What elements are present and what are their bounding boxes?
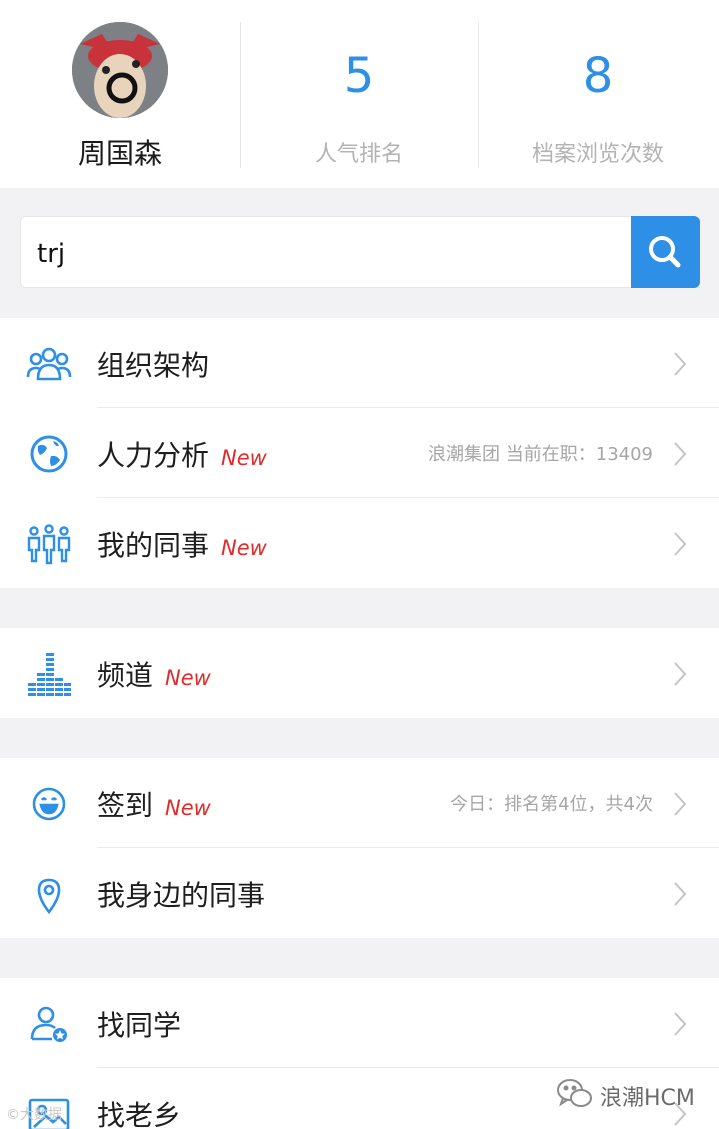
colleagues-icon [26,521,72,567]
stat-popularity-rank[interactable]: 5 人气排名 [240,0,478,188]
menu-item-label: 频道 [97,659,154,692]
profile-header: 周国森 5 人气排名 8 档案浏览次数 [0,0,719,188]
menu-item-label: 组织架构 [97,349,210,382]
menu-item-title: 人力分析 New [97,434,267,474]
menu-item-title: 签到 New [97,784,211,824]
stat-value: 5 [343,48,375,104]
chevron-right-icon [673,791,687,817]
menu-item-nearby-colleagues[interactable]: 我身边的同事 [0,848,719,938]
watermark-text: 浪潮HCM [600,1086,695,1111]
chevron-right-icon [673,531,687,557]
search-bar [20,216,632,288]
new-badge: New [221,446,267,470]
search-button[interactable] [631,216,700,288]
globe-icon [26,431,72,477]
watermark-right: 浪潮HCM [556,1076,695,1116]
menu-item-label: 找同学 [97,1009,182,1042]
menu-item-info: 浪潮集团 当前在职：13409 [428,444,653,465]
stat-label: 档案浏览次数 [531,142,664,167]
username: 周国森 [77,137,162,170]
chevron-right-icon [673,441,687,467]
menu-item-title: 我的同事 New [97,524,267,564]
avatar[interactable] [72,22,168,118]
smiley-icon [26,781,72,827]
chevron-right-icon [673,881,687,907]
menu-group: 频道 New [0,628,719,718]
wechat-icon [557,1079,592,1107]
menu-item-hr-analysis[interactable]: 人力分析 New 浪潮集团 当前在职：13409 [0,408,719,498]
stat-label: 人气排名 [314,142,403,167]
menu-group: 组织架构 人力分析 New 浪潮集团 当前在职：13409 我的同事 New [0,318,719,588]
new-badge: New [165,796,211,820]
menu-item-label: 人力分析 [97,439,210,472]
menu-item-label: 我身边的同事 [97,879,266,912]
new-badge: New [165,666,211,690]
menu-group: 签到 New 今日：排名第4位，共4次 我身边的同事 [0,758,719,938]
menu-item-info: 今日：排名第4位，共4次 [450,794,653,815]
profile-card[interactable]: 周国森 [0,0,240,188]
menu-item-my-colleagues[interactable]: 我的同事 New [0,498,719,588]
find-classmate-icon [26,1001,72,1047]
menu-item-find-classmates[interactable]: 找同学 [0,978,719,1068]
menu-item-check-in[interactable]: 签到 New 今日：排名第4位，共4次 [0,758,719,848]
watermark-left: ©大数据 [6,1107,62,1123]
menu-item-channel[interactable]: 频道 New [0,628,719,718]
channel-bars-icon [26,651,72,697]
search-input[interactable] [35,231,619,277]
new-badge: New [221,536,267,560]
menu-item-label: 找老乡 [97,1099,182,1129]
stat-profile-views[interactable]: 8 档案浏览次数 [479,0,717,188]
menu-item-title: 频道 New [97,654,211,694]
menu-item-label: 签到 [97,789,154,822]
chevron-right-icon [673,1011,687,1037]
menu-item-org-structure[interactable]: 组织架构 [0,318,719,408]
chevron-right-icon [673,351,687,377]
stat-value: 8 [582,48,614,104]
chevron-right-icon [673,661,687,687]
menu-item-label: 我的同事 [97,529,210,562]
organization-icon [26,341,72,387]
search-icon [649,236,681,268]
location-pin-icon [26,871,72,917]
